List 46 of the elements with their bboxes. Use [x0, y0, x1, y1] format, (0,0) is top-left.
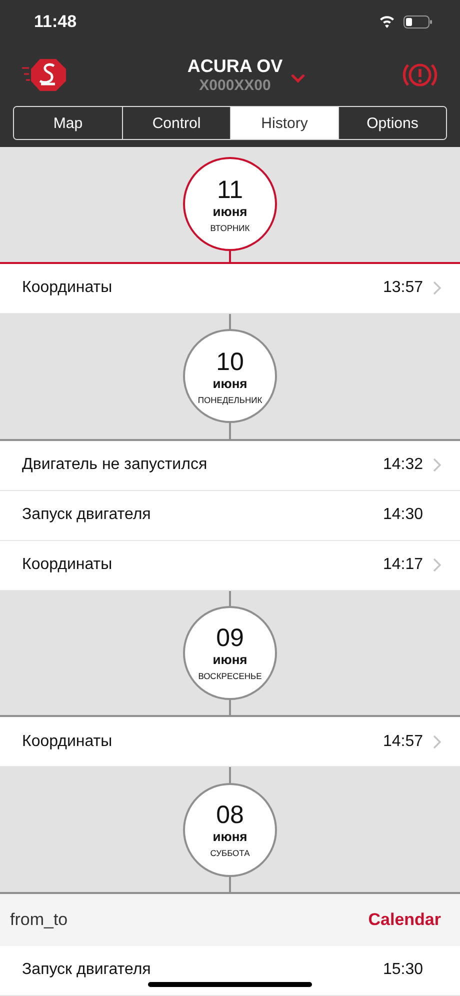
date-circle[interactable]: 09 июня ВОСКРЕСЕНЬЕ — [183, 606, 277, 700]
event-time: 13:57 — [382, 279, 423, 298]
date-circle[interactable]: 10 июня ПОНЕДЕЛЬНИК — [183, 329, 277, 424]
event-row[interactable]: Запуск двигателя 14:30 — [0, 490, 460, 541]
event-row[interactable]: Координаты 14:17 — [0, 540, 460, 591]
chevron-right-icon — [433, 281, 442, 296]
chevron-down-icon[interactable] — [290, 74, 305, 83]
vehicle-title[interactable]: ACURA OV — [187, 56, 283, 77]
date-month: июня — [212, 204, 248, 219]
calendar-button[interactable]: Calendar — [368, 910, 441, 930]
event-name: Координаты — [22, 556, 112, 574]
date-weekday: ВОСКРЕСЕНЬЕ — [198, 671, 262, 682]
date-weekday: ВТОРНИК — [210, 222, 250, 233]
date-range-label: from_to — [10, 910, 68, 930]
event-time: 14:57 — [382, 732, 423, 751]
snake-logo-icon[interactable] — [22, 57, 68, 93]
date-weekday: ПОНЕДЕЛЬНИК — [198, 394, 262, 405]
status-time: 11:48 — [34, 12, 77, 32]
chevron-right-icon — [433, 458, 442, 472]
date-month: июня — [212, 652, 248, 668]
battery-icon — [404, 16, 432, 28]
date-day: 09 — [216, 624, 244, 652]
chevron-right-icon — [433, 558, 442, 572]
event-name: Координаты — [22, 279, 112, 298]
tab[interactable]: History — [230, 107, 338, 139]
date-day: 10 — [216, 348, 244, 376]
wifi-icon — [380, 16, 394, 28]
date-day: 08 — [216, 801, 244, 830]
chevron-right-icon — [433, 734, 442, 749]
event-time: 14:32 — [382, 456, 423, 474]
tab[interactable]: Options — [338, 107, 446, 139]
event-row[interactable]: Двигатель не запустился 14:32 — [0, 440, 460, 491]
date-weekday: СУББОТА — [210, 848, 250, 858]
date-circle[interactable]: 11 июня ВТОРНИК — [183, 157, 277, 252]
event-time: 15:30 — [382, 961, 423, 980]
vehicle-plate: X000XX00 — [199, 77, 271, 94]
event-time: 14:30 — [382, 506, 423, 524]
event-name: Запуск двигателя — [22, 506, 151, 524]
date-circle[interactable]: 08 июня СУББОТА — [183, 782, 277, 877]
event-name: Координаты — [22, 732, 112, 751]
event-time: 14:17 — [382, 556, 423, 574]
event-name: Запуск двигателя — [22, 961, 151, 980]
event-name: Двигатель не запустился — [22, 456, 208, 474]
date-month: июня — [212, 376, 248, 391]
date-month: июня — [212, 829, 248, 844]
date-day: 11 — [217, 176, 243, 204]
